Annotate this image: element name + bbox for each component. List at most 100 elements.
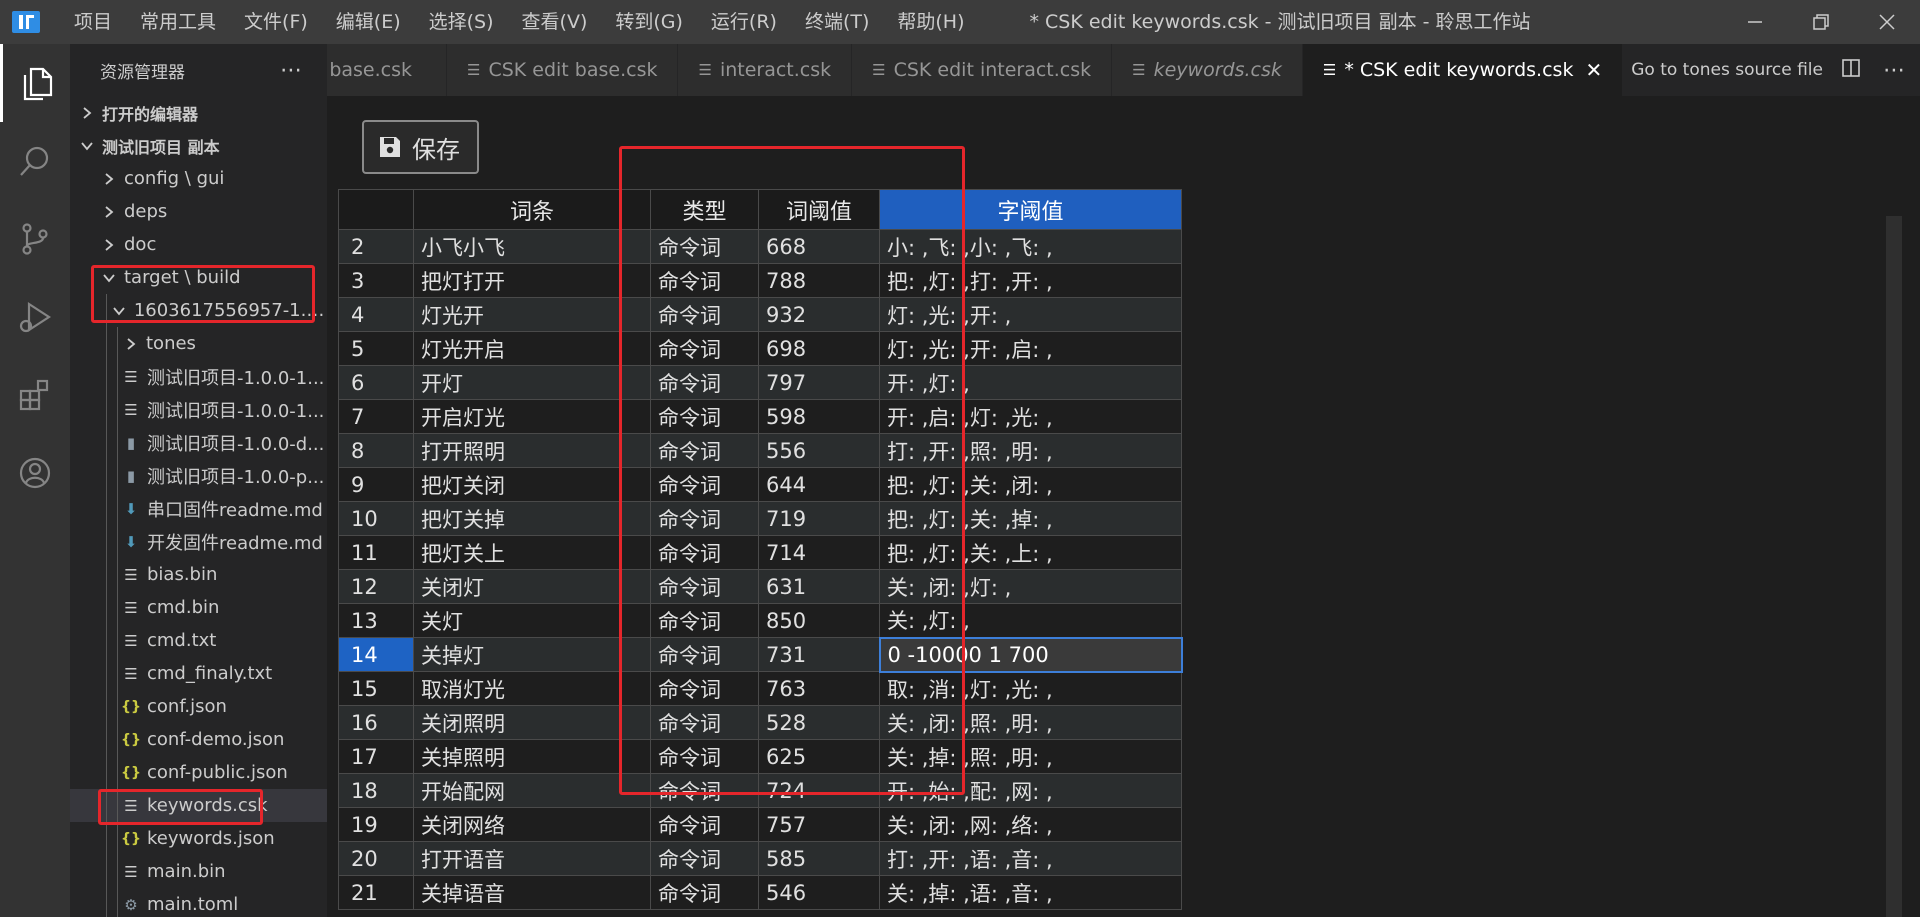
table-row[interactable]: 7 开启灯光 命令词 598 开: ,启: ,灯: ,光: , [338, 399, 1182, 434]
cell-type[interactable]: 命令词 [650, 535, 759, 570]
cell-entry[interactable]: 把灯关掉 [413, 501, 651, 536]
table-row[interactable]: 13 关灯 命令词 850 关: ,灯: , [338, 603, 1182, 638]
table-row[interactable]: 5 灯光开启 命令词 698 灯: ,光: ,开: ,启: , [338, 331, 1182, 366]
cell-char-threshold[interactable]: 把: ,灯: ,关: ,闭: , [879, 467, 1182, 502]
cell-char-threshold[interactable]: 小: ,飞: ,小: ,飞: , [879, 229, 1182, 264]
cell-char-threshold[interactable]: 关: ,灯: , [879, 603, 1182, 638]
tree-file[interactable]: ▮ 测试旧项目-1.0.0-p... [70, 459, 327, 492]
cell-type[interactable]: 命令词 [650, 773, 759, 808]
table-row[interactable]: 2 小飞小飞 命令词 668 小: ,飞: ,小: ,飞: , [338, 229, 1182, 264]
tree-file[interactable]: {} conf-demo.json [70, 723, 327, 756]
cell-row-number[interactable]: 5 [338, 331, 414, 366]
close-window-button[interactable] [1854, 0, 1920, 44]
cell-entry[interactable]: 关闭灯 [413, 569, 651, 604]
cell-word-threshold[interactable]: 698 [758, 331, 880, 366]
tab-csk-edit-keywords[interactable]: ☰ * CSK edit keywords.csk ✕ [1302, 44, 1624, 96]
cell-word-threshold[interactable]: 714 [758, 535, 880, 570]
cell-word-threshold[interactable]: 546 [758, 875, 880, 910]
cell-entry[interactable]: 灯光开启 [413, 331, 651, 366]
tree-file[interactable]: ☰ cmd_finaly.txt [70, 657, 327, 690]
cell-char-threshold[interactable]: 关: ,闭: ,网: ,络: , [879, 807, 1182, 842]
cell-row-number[interactable]: 10 [338, 501, 414, 536]
cell-entry[interactable]: 开灯 [413, 365, 651, 400]
tree-file[interactable]: ⬇ 串口固件readme.md [70, 492, 327, 525]
cell-entry[interactable]: 把灯打开 [413, 263, 651, 298]
table-row[interactable]: 19 关闭网络 命令词 757 关: ,闭: ,网: ,络: , [338, 807, 1182, 842]
tree-file[interactable]: ☰ main.bin [70, 855, 327, 888]
cell-char-threshold[interactable]: 开: ,启: ,灯: ,光: , [879, 399, 1182, 434]
table-row[interactable]: 9 把灯关闭 命令词 644 把: ,灯: ,关: ,闭: , [338, 467, 1182, 502]
activity-extensions[interactable] [0, 356, 70, 434]
cell-row-number[interactable]: 12 [338, 569, 414, 604]
cell-char-threshold[interactable]: 打: ,开: ,照: ,明: , [879, 433, 1182, 468]
cell-type[interactable]: 命令词 [650, 399, 759, 434]
cell-entry[interactable]: 灯光开 [413, 297, 651, 332]
cell-row-number[interactable]: 15 [338, 671, 414, 706]
split-editor-icon[interactable] [1841, 58, 1861, 83]
cell-word-threshold[interactable]: 724 [758, 773, 880, 808]
minimize-button[interactable] [1722, 0, 1788, 44]
menu-view[interactable]: 查看(V) [508, 0, 602, 44]
table-row[interactable]: 21 关掉语音 命令词 546 关: ,掉: ,语: ,音: , [338, 875, 1182, 910]
activity-run-debug[interactable] [0, 278, 70, 356]
table-row[interactable]: 20 打开语音 命令词 585 打: ,开: ,语: ,音: , [338, 841, 1182, 876]
cell-type[interactable]: 命令词 [650, 841, 759, 876]
cell-type[interactable]: 命令词 [650, 365, 759, 400]
header-type[interactable]: 类型 [650, 189, 759, 230]
header-char-threshold[interactable]: 字阈值 [879, 189, 1182, 230]
cell-char-threshold[interactable]: 灯: ,光: ,开: ,启: , [879, 331, 1182, 366]
cell-entry[interactable]: 关灯 [413, 603, 651, 638]
tree-file[interactable]: ☰ 测试旧项目-1.0.0-1... [70, 393, 327, 426]
cell-type[interactable]: 命令词 [650, 331, 759, 366]
cell-row-number[interactable]: 7 [338, 399, 414, 434]
header-word-threshold[interactable]: 词阈值 [758, 189, 880, 230]
table-row[interactable]: 18 开始配网 命令词 724 开: ,始: ,配: ,网: , [338, 773, 1182, 808]
close-tab-icon[interactable]: ✕ [1585, 58, 1602, 82]
activity-explorer[interactable] [0, 44, 70, 122]
tree-file[interactable]: {} keywords.json [70, 822, 327, 855]
cell-entry[interactable]: 小飞小飞 [413, 229, 651, 264]
tree-folder-deps[interactable]: deps [70, 195, 327, 228]
cell-row-number[interactable]: 11 [338, 535, 414, 570]
table-row[interactable]: 3 把灯打开 命令词 788 把: ,灯: ,打: ,开: , [338, 263, 1182, 298]
cell-char-threshold[interactable]: 关: ,闭: ,灯: , [879, 569, 1182, 604]
cell-entry[interactable]: 把灯关上 [413, 535, 651, 570]
table-row[interactable]: 17 关掉照明 命令词 625 关: ,掉: ,照: ,明: , [338, 739, 1182, 774]
tree-folder-tones[interactable]: tones [70, 327, 327, 360]
menu-run[interactable]: 运行(R) [697, 0, 791, 44]
cell-type[interactable]: 命令词 [650, 263, 759, 298]
menu-edit[interactable]: 编辑(E) [322, 0, 415, 44]
header-entry[interactable]: 词条 [413, 189, 651, 230]
cell-char-threshold[interactable]: 取: ,消: ,灯: ,光: , [879, 671, 1182, 706]
table-row[interactable]: 6 开灯 命令词 797 开: ,灯: , [338, 365, 1182, 400]
project-root-folder[interactable]: 测试旧项目 副本 [70, 129, 327, 162]
cell-row-number[interactable]: 3 [338, 263, 414, 298]
cell-row-number[interactable]: 2 [338, 229, 414, 264]
tab-keywords-csk[interactable]: ☰ keywords.csk [1112, 44, 1303, 96]
cell-word-threshold[interactable]: 585 [758, 841, 880, 876]
vertical-scrollbar[interactable] [1886, 216, 1902, 917]
more-actions-icon[interactable]: ⋯ [280, 58, 303, 83]
cell-row-number[interactable]: 21 [338, 875, 414, 910]
tree-file[interactable]: ☰ cmd.bin [70, 591, 327, 624]
table-row[interactable]: 8 打开照明 命令词 556 打: ,开: ,照: ,明: , [338, 433, 1182, 468]
cell-entry[interactable]: 关闭网络 [413, 807, 651, 842]
cell-char-threshold[interactable]: 关: ,掉: ,照: ,明: , [879, 739, 1182, 774]
cell-row-number[interactable]: 8 [338, 433, 414, 468]
cell-row-number[interactable]: 13 [338, 603, 414, 638]
cell-entry[interactable]: 开启灯光 [413, 399, 651, 434]
editing-cell-input[interactable]: 0 -10000 1 700 [878, 636, 1183, 673]
cell-word-threshold[interactable]: 631 [758, 569, 880, 604]
open-editors-section[interactable]: 打开的编辑器 [70, 96, 327, 129]
tab-csk-edit-base[interactable]: ☰ CSK edit base.csk [447, 44, 679, 96]
tree-file[interactable]: ⚙ main.toml [70, 888, 327, 917]
cell-entry[interactable]: 打开照明 [413, 433, 651, 468]
goto-tones-source-link[interactable]: Go to tones source file [1631, 60, 1823, 80]
cell-entry[interactable]: 关掉照明 [413, 739, 651, 774]
tree-file[interactable]: ☰ cmd.txt [70, 624, 327, 657]
menu-file[interactable]: 文件(F) [230, 0, 322, 44]
cell-word-threshold[interactable]: 788 [758, 263, 880, 298]
more-actions-icon[interactable]: ⋯ [1883, 58, 1905, 83]
save-button[interactable]: 保存 [362, 120, 479, 174]
tree-file[interactable]: ☰ 测试旧项目-1.0.0-1... [70, 360, 327, 393]
